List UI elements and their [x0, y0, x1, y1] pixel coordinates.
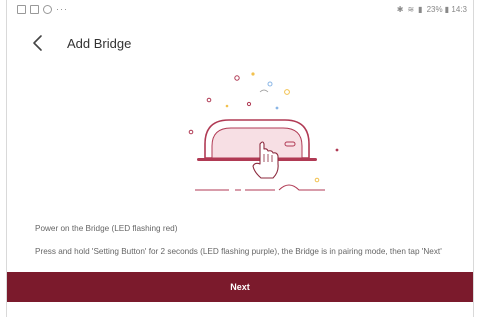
bridge-illustration [188, 72, 339, 191]
image-icon [17, 5, 26, 14]
page-title: Add Bridge [67, 36, 132, 51]
confetti-dot [246, 101, 252, 107]
confetti-dot [188, 129, 194, 135]
confetti-dot [225, 104, 229, 108]
instruction-step-2: Press and hold 'Setting Button' for 2 se… [35, 247, 442, 256]
signal-icon: ▮ [418, 5, 423, 14]
confetti-dot [234, 75, 240, 81]
bridge-device-face [211, 127, 303, 159]
confetti-dot [335, 148, 339, 152]
chevron-left-icon [33, 35, 42, 51]
bluetooth-icon: ✱ [396, 5, 404, 14]
photo-icon [30, 5, 39, 14]
confetti-dot [284, 89, 290, 95]
status-right: ✱ ≋ ▮ 23% ▮ 14:3 [397, 5, 467, 14]
back-button[interactable] [27, 32, 49, 54]
sync-icon [43, 5, 52, 14]
bottom-strip [7, 302, 473, 317]
confetti-dot [206, 97, 212, 103]
bridge-base [197, 158, 317, 161]
battery-time: 23% ▮ 14:3 [426, 5, 467, 14]
app-frame: ··· ✱ ≋ ▮ 23% ▮ 14:3 Add Bridge Power on… [6, 0, 474, 317]
confetti-dot [267, 81, 273, 87]
confetti-swirl [259, 89, 269, 93]
header: Add Bridge [7, 28, 473, 60]
confetti-dot [251, 72, 255, 76]
instruction-step-1: Power on the Bridge (LED flashing red) [35, 224, 178, 233]
status-bar: ··· ✱ ≋ ▮ 23% ▮ 14:3 [7, 0, 473, 20]
confetti-dot [275, 106, 279, 110]
wifi-icon: ≋ [407, 5, 415, 14]
more-dots: ··· [56, 4, 68, 14]
status-left: ··· [17, 5, 68, 14]
ground-bump [278, 184, 325, 191]
next-button[interactable]: Next [7, 272, 473, 302]
confetti-dot [314, 177, 320, 183]
